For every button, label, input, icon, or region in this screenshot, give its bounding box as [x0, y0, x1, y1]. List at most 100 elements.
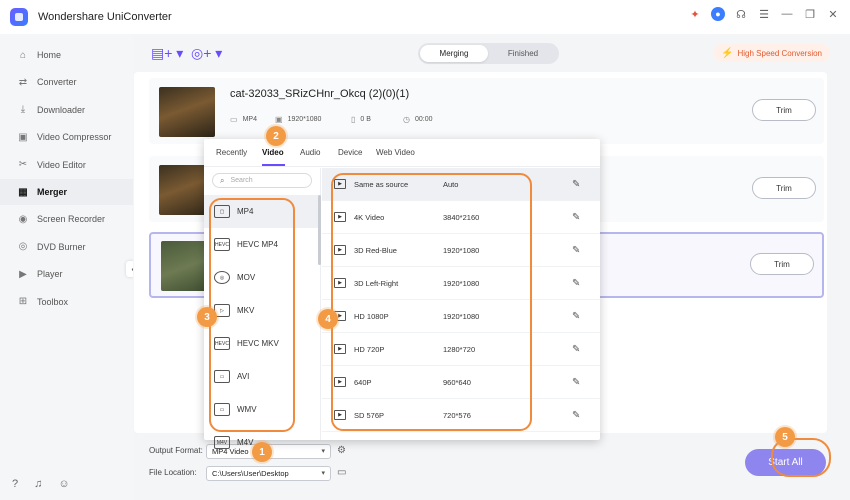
trim-button[interactable]: Trim: [752, 177, 816, 199]
callout-outline-formats: [209, 198, 295, 432]
callout-badge: 5: [775, 427, 795, 447]
converter-icon: ⇄: [18, 76, 28, 88]
chevron-down-icon: ▾: [321, 448, 325, 455]
tab-finished[interactable]: Finished: [489, 45, 557, 62]
sidebar-item-label: DVD Burner: [37, 241, 86, 252]
bell-icon[interactable]: ♫: [34, 478, 42, 490]
merger-icon: ▦: [18, 186, 28, 198]
sidebar-item-label: Screen Recorder: [37, 214, 106, 225]
high-speed-label: High Speed Conversion: [737, 48, 823, 58]
edit-icon[interactable]: ✎: [572, 278, 580, 289]
sidebar-item-label: Player: [37, 269, 63, 280]
search-input[interactable]: ⌕ Search: [212, 173, 312, 188]
file-meta: ▭ MP4 ▣ 1920*1080 ▯ 0 B ◷ 00:00: [230, 115, 433, 124]
help-icon[interactable]: ?: [12, 478, 18, 490]
video-format-icon: ▭: [230, 115, 238, 124]
window-controls: ✦ ● ☊ ☰ — ❐ ✕: [688, 7, 840, 21]
format-tabs: Recently Video Audio Device Web Video: [204, 139, 600, 167]
toolbox-icon: ⊞: [18, 296, 28, 308]
file-location-label: File Location:: [149, 468, 197, 477]
tab-device[interactable]: Device: [338, 148, 362, 157]
sidebar-footer: ? ♫ ☺: [12, 478, 70, 490]
tab-recently[interactable]: Recently: [216, 148, 247, 157]
user-icon[interactable]: ●: [711, 7, 725, 21]
trim-button[interactable]: Trim: [752, 99, 816, 121]
app-title: Wondershare UniConverter: [38, 11, 172, 23]
file-duration: 00:00: [414, 116, 433, 123]
callout-badge: 1: [252, 442, 272, 462]
tab-audio[interactable]: Audio: [300, 148, 320, 157]
sidebar-item-label: Home: [37, 50, 62, 60]
sidebar-item-dvd-burner[interactable]: ◎ DVD Burner: [0, 234, 133, 260]
sidebar-item-label: Toolbox: [37, 296, 69, 307]
tab-merging[interactable]: Merging: [420, 45, 488, 62]
scrollbar[interactable]: [318, 195, 321, 265]
edit-icon[interactable]: ✎: [572, 344, 580, 355]
sidebar-item-downloader[interactable]: ⤓ Downloader: [0, 97, 133, 123]
sidebar-item-label: Video Editor: [37, 159, 86, 170]
file-location-value: C:\Users\User\Desktop: [212, 469, 289, 478]
title-bar: Wondershare UniConverter ✦ ● ☊ ☰ — ❐ ✕: [0, 0, 850, 34]
sidebar-item-label: Downloader: [37, 104, 86, 115]
tab-video[interactable]: Video: [262, 148, 284, 157]
file-name: cat-32033_SRizCHnr_Okcq (2)(0)(1): [230, 88, 410, 100]
search-placeholder: Search: [230, 177, 253, 184]
sidebar-item-screen-recorder[interactable]: ◉ Screen Recorder: [0, 206, 133, 232]
chevron-down-icon: ▾: [321, 470, 325, 477]
edit-icon[interactable]: ✎: [572, 179, 580, 190]
sidebar-item-merger[interactable]: ▦ Merger: [0, 179, 133, 205]
home-icon: ⌂: [19, 49, 27, 61]
add-files-icon[interactable]: ▤+ ▾: [151, 45, 183, 62]
sidebar-item-video-compressor[interactable]: ▣ Video Compressor: [0, 124, 133, 150]
size-icon: ▯: [351, 115, 356, 124]
m4v-icon: M4V: [214, 436, 230, 449]
file-location-select[interactable]: C:\Users\User\Desktop ▾: [206, 466, 331, 481]
merge-tabs: Merging Finished: [418, 43, 559, 64]
sidebar-item-label: Merger: [37, 187, 68, 197]
edit-icon[interactable]: ✎: [572, 311, 580, 322]
search-icon: ⌕: [220, 175, 225, 185]
high-speed-conversion-toggle[interactable]: ⚡ High Speed Conversion: [713, 44, 830, 62]
output-format-label: Output Format:: [149, 446, 203, 455]
recorder-icon: ◉: [18, 213, 28, 225]
sidebar-item-video-editor[interactable]: ✂ Video Editor: [0, 152, 133, 178]
menu-icon[interactable]: ☰: [757, 7, 771, 21]
file-resolution: 1920*1080: [287, 116, 322, 123]
minimize-icon[interactable]: —: [780, 7, 794, 21]
lightning-icon: ⚡: [721, 47, 734, 59]
active-tab-indicator: [262, 164, 285, 166]
callout-outline-resolutions: [331, 173, 532, 431]
player-icon: ▶: [19, 268, 27, 280]
callout-badge: 2: [266, 126, 286, 146]
callout-badge: 3: [197, 307, 217, 327]
disc-icon: ◎: [18, 241, 28, 253]
folder-icon[interactable]: ▭: [337, 467, 346, 478]
sidebar-item-player[interactable]: ▶ Player: [0, 261, 133, 287]
close-icon[interactable]: ✕: [826, 7, 840, 21]
callout-badge: 4: [318, 309, 338, 329]
tab-web-video[interactable]: Web Video: [376, 148, 415, 157]
edit-icon[interactable]: ✎: [572, 377, 580, 388]
gift-icon[interactable]: ✦: [688, 7, 702, 21]
video-thumbnail: [159, 87, 215, 137]
clock-icon: ◷: [403, 115, 410, 124]
scissors-icon: ✂: [18, 159, 28, 171]
edit-icon[interactable]: ✎: [572, 410, 580, 421]
sidebar-item-converter[interactable]: ⇄ Converter: [0, 69, 133, 95]
file-size: 0 B: [360, 116, 371, 123]
settings-icon[interactable]: ⚙: [337, 445, 346, 456]
file-row[interactable]: cat-32033_SRizCHnr_Okcq (2)(0)(1) ▭ MP4 ▣…: [149, 78, 824, 144]
sidebar-item-toolbox[interactable]: ⊞ Toolbox: [0, 289, 133, 315]
downloader-icon: ⤓: [20, 104, 26, 116]
headset-icon[interactable]: ☊: [734, 7, 748, 21]
maximize-icon[interactable]: ❐: [803, 7, 817, 21]
resolution-icon: ▣: [275, 115, 283, 124]
app-logo-icon: [10, 8, 28, 26]
add-media-icon[interactable]: ◎+ ▾: [191, 45, 222, 62]
feedback-icon[interactable]: ☺: [58, 478, 69, 490]
trim-button[interactable]: Trim: [750, 253, 814, 275]
edit-icon[interactable]: ✎: [572, 212, 580, 223]
format-label: M4V: [237, 438, 254, 447]
edit-icon[interactable]: ✎: [572, 245, 580, 256]
sidebar-item-home[interactable]: ⌂ Home: [0, 42, 133, 68]
